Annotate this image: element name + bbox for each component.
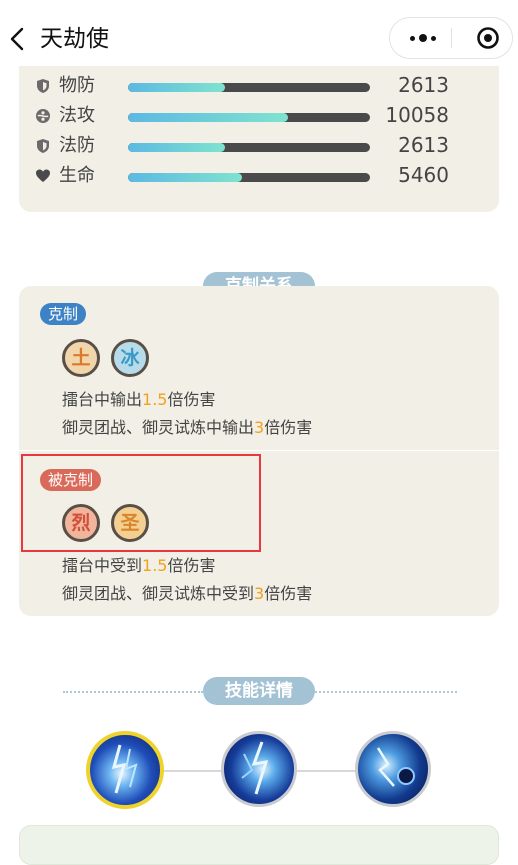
chevron-left-icon xyxy=(10,27,24,51)
stat-value: 10058 xyxy=(385,103,449,127)
stat-label: 法防 xyxy=(59,135,95,156)
stat-value: 2613 xyxy=(398,73,449,97)
stat-label: 法攻 xyxy=(59,105,95,126)
lightning-icon xyxy=(111,744,138,794)
stat-bar-fill xyxy=(128,83,225,92)
skill-detail-card xyxy=(19,825,499,865)
stats-panel: 物防 2613 法攻 10058 法防 2613 生命 5460 xyxy=(19,66,499,212)
stat-bar xyxy=(128,143,370,152)
element-ice-icon: 冰 xyxy=(111,339,149,377)
stat-row-magic-defense: 法防 2613 xyxy=(19,131,499,161)
header-line-left xyxy=(63,691,203,693)
stat-bar xyxy=(128,173,370,182)
element-earth-icon: 土 xyxy=(62,339,100,377)
stat-value: 2613 xyxy=(398,133,449,157)
stat-row-physical-defense: 物防 2613 xyxy=(19,71,499,101)
back-button[interactable] xyxy=(6,22,30,56)
heart-icon xyxy=(36,169,50,182)
stat-row-magic-attack: 法攻 10058 xyxy=(19,101,499,131)
yin-yang-icon xyxy=(36,109,50,123)
skill-connector xyxy=(294,770,356,772)
counter-strong-desc-1: 擂台中输出1.5倍伤害 xyxy=(62,390,216,409)
mini-program-capsule xyxy=(389,17,513,59)
capsule-divider xyxy=(451,28,452,48)
stat-bar-fill xyxy=(128,173,242,182)
counter-divider xyxy=(19,450,499,451)
highlight-box xyxy=(21,454,261,552)
target-close-icon xyxy=(477,27,499,49)
stat-bar xyxy=(128,83,370,92)
counter-weak-desc-1: 擂台中受到1.5倍伤害 xyxy=(62,556,216,575)
more-dots-icon xyxy=(410,36,415,41)
stat-label: 物防 xyxy=(59,75,95,96)
close-button[interactable] xyxy=(476,26,500,50)
lightning-orb-icon xyxy=(376,747,415,787)
page-title: 天劫使 xyxy=(40,26,109,52)
stat-row-hp: 生命 5460 xyxy=(19,161,499,191)
stat-value: 5460 xyxy=(398,163,449,187)
shield-icon xyxy=(37,139,49,153)
counter-weak-desc-2: 御灵团战、御灵试炼中受到3倍伤害 xyxy=(62,584,313,603)
lightning-icon xyxy=(241,741,269,795)
counter-strong-badge: 克制 xyxy=(40,303,87,325)
skill-icon-2[interactable] xyxy=(221,731,297,807)
stat-bar xyxy=(128,113,370,122)
skill-icon-1[interactable] xyxy=(86,731,164,809)
skill-connector xyxy=(160,770,222,772)
skill-icon-3[interactable] xyxy=(355,731,431,807)
counter-panel: 克制 土 冰 擂台中输出1.5倍伤害 御灵团战、御灵试炼中输出3倍伤害 被克制 … xyxy=(19,286,499,616)
more-button[interactable] xyxy=(406,18,450,58)
skills-section-title: 技能详情 xyxy=(203,677,315,705)
skills-section-header: 技能详情 xyxy=(63,677,457,707)
counter-strong-desc-2: 御灵团战、御灵试炼中输出3倍伤害 xyxy=(62,418,313,437)
header-line-right xyxy=(315,691,457,693)
stat-bar-fill xyxy=(128,113,288,122)
shield-icon xyxy=(37,79,49,93)
stat-bar-fill xyxy=(128,143,225,152)
stat-label: 生命 xyxy=(59,165,95,186)
